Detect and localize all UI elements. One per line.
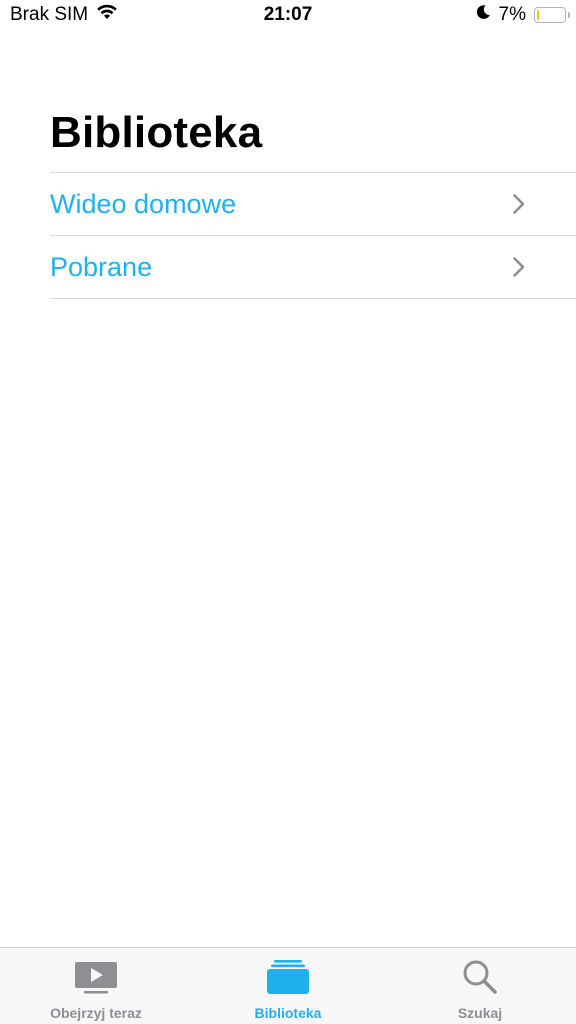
list-item-downloads[interactable]: Pobrane <box>50 236 576 299</box>
tab-label: Obejrzyj teraz <box>50 1005 142 1021</box>
list-item-label: Wideo domowe <box>50 188 237 219</box>
status-right: 7% <box>475 4 570 26</box>
battery-icon <box>534 7 570 23</box>
search-icon <box>461 958 499 996</box>
battery-percent: 7% <box>498 4 526 25</box>
moon-icon <box>475 4 491 26</box>
screen: Brak SIM 21:07 7% Biblioteka Wideo domow… <box>0 0 576 1024</box>
tab-library[interactable]: Biblioteka <box>192 948 384 1024</box>
battery-level-fill <box>537 10 539 20</box>
tab-watch-now[interactable]: Obejrzyj teraz <box>0 948 192 1024</box>
tab-label: Biblioteka <box>254 1005 322 1021</box>
tab-search[interactable]: Szukaj <box>384 948 576 1024</box>
carrier-label: Brak SIM <box>10 4 89 25</box>
status-left: Brak SIM <box>10 4 118 26</box>
tab-label: Szukaj <box>457 1005 503 1021</box>
list-item-label: Pobrane <box>50 251 153 282</box>
tab-bar: Obejrzyj teraz Biblioteka Szukaj <box>0 947 576 1024</box>
battery-nub <box>567 12 570 18</box>
library-stack-icon <box>265 958 311 996</box>
chevron-right-icon <box>512 193 526 215</box>
chevron-right-icon <box>512 256 526 278</box>
page-title: Biblioteka <box>50 108 263 157</box>
play-screen-icon <box>73 958 119 996</box>
status-bar: Brak SIM 21:07 7% <box>0 0 576 32</box>
wifi-icon <box>96 4 118 26</box>
library-list: Wideo domowe Pobrane <box>50 172 576 299</box>
list-item-home-videos[interactable]: Wideo domowe <box>50 173 576 236</box>
